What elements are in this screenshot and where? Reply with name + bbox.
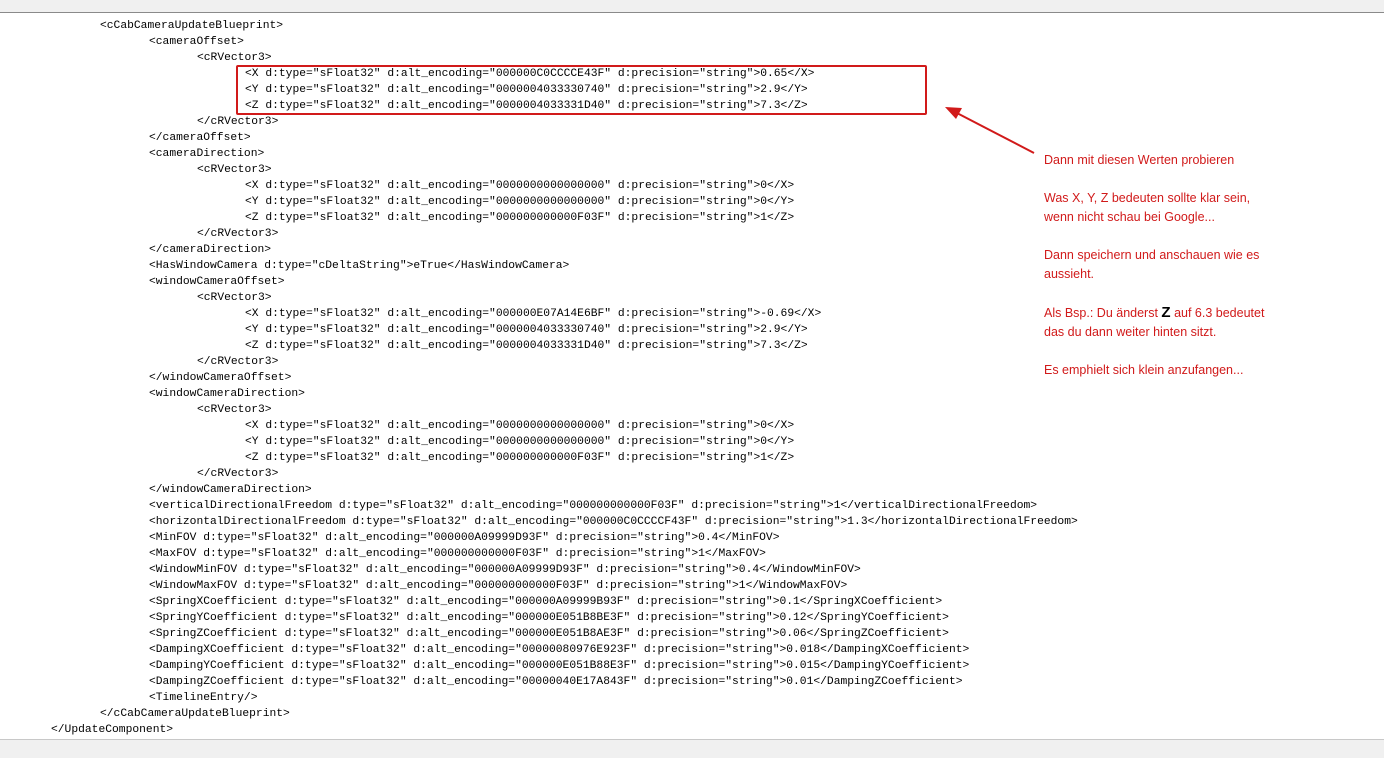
code-line: <X d:type="sFloat32" d:alt_encoding="000…: [245, 180, 795, 192]
code-line: <windowCameraDirection>: [149, 388, 305, 400]
code-line: <cameraDirection>: [149, 148, 265, 160]
code-line: <cRVector3>: [197, 52, 272, 64]
code-line: <Y d:type="sFloat32" d:alt_encoding="000…: [245, 436, 795, 448]
annotation-line: Was X, Y, Z bedeuten sollte klar sein,: [1044, 191, 1251, 205]
code-line: <Z d:type="sFloat32" d:alt_encoding="000…: [245, 340, 808, 352]
annotation-line: Als Bsp.: Du änderst Z auf 6.3 bedeutet: [1044, 303, 1264, 323]
code-line: <cRVector3>: [197, 292, 272, 304]
code-line: <X d:type="sFloat32" d:alt_encoding="000…: [245, 420, 795, 432]
code-line: <SpringXCoefficient d:type="sFloat32" d:…: [149, 596, 943, 608]
annotation-line: wenn nicht schau bei Google...: [1044, 210, 1215, 224]
annotation-line: Dann speichern und anschauen wie es: [1044, 248, 1260, 262]
code-line: <DampingXCoefficient d:type="sFloat32" d…: [149, 644, 970, 656]
code-line: <MinFOV d:type="sFloat32" d:alt_encoding…: [149, 532, 780, 544]
code-line: <Y d:type="sFloat32" d:alt_encoding="000…: [245, 324, 808, 336]
code-line: </windowCameraDirection>: [149, 484, 312, 496]
code-line: <SpringYCoefficient d:type="sFloat32" d:…: [149, 612, 949, 624]
code-line: <DampingZCoefficient d:type="sFloat32" d…: [149, 676, 963, 688]
code-line: <DampingYCoefficient d:type="sFloat32" d…: [149, 660, 970, 672]
code-line: <cameraOffset>: [149, 36, 244, 48]
code-line: </cameraOffset>: [149, 132, 251, 144]
code-line: <SpringZCoefficient d:type="sFloat32" d:…: [149, 628, 949, 640]
horizontal-scrollbar[interactable]: [0, 739, 1384, 758]
code-line: <cCabCameraUpdateBlueprint>: [100, 20, 284, 32]
code-line: </cCabCameraUpdateBlueprint>: [100, 708, 290, 720]
top-toolbar-edge: [0, 0, 1384, 13]
code-line: </cRVector3>: [197, 356, 279, 368]
annotation-text-part: auf 6.3 bedeutet: [1170, 306, 1265, 320]
annotation-line: aussieht.: [1044, 267, 1095, 281]
code-line: <cRVector3>: [197, 404, 272, 416]
highlight-box: [236, 65, 927, 115]
code-line: <X d:type="sFloat32" d:alt_encoding="000…: [245, 308, 822, 320]
code-line: <horizontalDirectionalFreedom d:type="sF…: [149, 516, 1078, 528]
code-line: </cRVector3>: [197, 116, 279, 128]
annotation-line: Es emphielt sich klein anzufangen...: [1044, 363, 1244, 377]
code-line: </cRVector3>: [197, 468, 279, 480]
code-line: <Z d:type="sFloat32" d:alt_encoding="000…: [245, 452, 795, 464]
annotation-text-part: Als Bsp.: Du änderst: [1044, 306, 1162, 320]
code-line: <verticalDirectionalFreedom d:type="sFlo…: [149, 500, 1038, 512]
annotation-text: Dann mit diesen Werten probieren Was X, …: [1044, 151, 1264, 380]
code-line: </cRVector3>: [197, 228, 279, 240]
code-line: <windowCameraOffset>: [149, 276, 285, 288]
code-line: <TimelineEntry/>: [149, 692, 258, 704]
annotation-bold-z: Z: [1161, 304, 1171, 321]
code-line: </windowCameraOffset>: [149, 372, 292, 384]
code-line: <Y d:type="sFloat32" d:alt_encoding="000…: [245, 196, 795, 208]
code-line: <cRVector3>: [197, 164, 272, 176]
code-line: </UpdateComponent>: [51, 724, 174, 736]
code-line: <HasWindowCamera d:type="cDeltaString">e…: [149, 260, 570, 272]
annotation-line: Dann mit diesen Werten probieren: [1044, 153, 1235, 167]
annotation-line: das du dann weiter hinten sitzt.: [1044, 325, 1217, 339]
code-line: </cameraDirection>: [149, 244, 272, 256]
code-line: <WindowMinFOV d:type="sFloat32" d:alt_en…: [149, 564, 861, 576]
code-line: <WindowMaxFOV d:type="sFloat32" d:alt_en…: [149, 580, 848, 592]
code-line: <Z d:type="sFloat32" d:alt_encoding="000…: [245, 212, 795, 224]
code-line: <MaxFOV d:type="sFloat32" d:alt_encoding…: [149, 548, 766, 560]
